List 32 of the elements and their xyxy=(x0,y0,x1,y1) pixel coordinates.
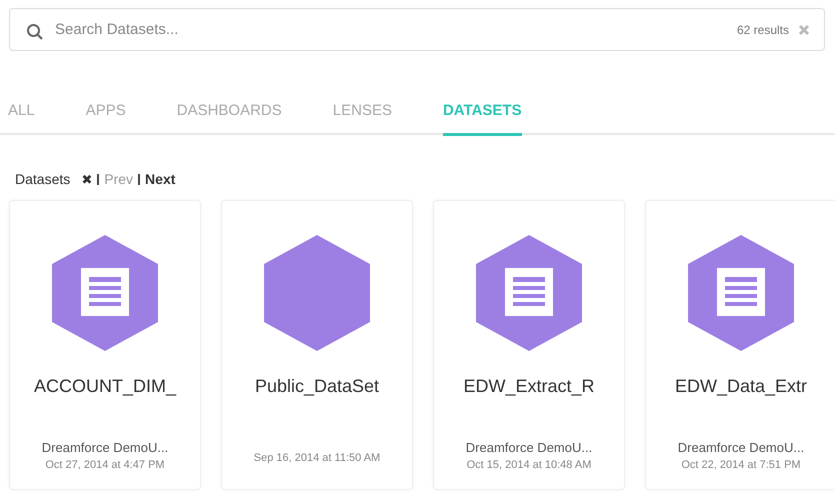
result-count: 62 results xyxy=(736,22,789,36)
owner-name: Dreamforce DemoU... xyxy=(42,440,168,455)
owner-name: Dreamforce DemoU... xyxy=(466,440,592,455)
dataset-card[interactable]: ACCOUNT_DIM_ Dreamforce DemoU... Oct 27, 2014 at 4:47 PM xyxy=(9,200,201,490)
close-button[interactable]: ✖ xyxy=(81,172,92,186)
modified-date: Oct 22, 2014 at 7:51 PM xyxy=(681,459,801,471)
dataset-title: ACCOUNT_DIM_ xyxy=(34,376,176,397)
search-icon xyxy=(26,22,44,40)
dataset-title: EDW_Extract_R xyxy=(463,376,595,397)
dataset-card[interactable]: EDW_Extract_R Dreamforce DemoU... Oct 15, 2014 at 10:48 AM xyxy=(433,200,625,490)
search-field[interactable]: Search Datasets... 62 results xyxy=(9,8,825,51)
clear-icon[interactable] xyxy=(798,24,810,36)
section-label: Datasets xyxy=(15,171,70,187)
dataset-title: EDW_Data_Extr xyxy=(674,376,808,397)
dataset-card[interactable]: Public_DataSet Sep 16, 2014 at 11:50 AM xyxy=(221,200,413,490)
search-input[interactable]: Search Datasets... xyxy=(53,20,737,39)
dataset-document-icon xyxy=(52,235,158,351)
dataset-document-icon xyxy=(476,235,582,351)
dataset-document-icon xyxy=(688,235,794,351)
dataset-card[interactable]: EDW_Data_Extr Dreamforce DemoU... Oct 22, 2014 at 7:51 PM xyxy=(645,200,835,490)
dataset-title: Public_DataSet xyxy=(254,376,380,397)
hexagon-icon xyxy=(264,235,370,351)
tab[interactable]: ALL xyxy=(8,87,35,136)
modified-date: Sep 16, 2014 at 11:50 AM xyxy=(254,452,380,464)
modified-date: Oct 27, 2014 at 4:47 PM xyxy=(45,459,165,471)
prev-link[interactable]: Prev xyxy=(104,171,134,187)
tab[interactable]: DASHBOARDS xyxy=(176,87,282,136)
tab[interactable]: LENSES xyxy=(332,87,392,136)
owner-name: Dreamforce DemoU... xyxy=(678,440,804,455)
tab[interactable]: APPS xyxy=(86,87,126,136)
next-link[interactable]: Next xyxy=(145,171,176,187)
modified-date: Oct 15, 2014 at 10:48 AM xyxy=(466,459,592,471)
